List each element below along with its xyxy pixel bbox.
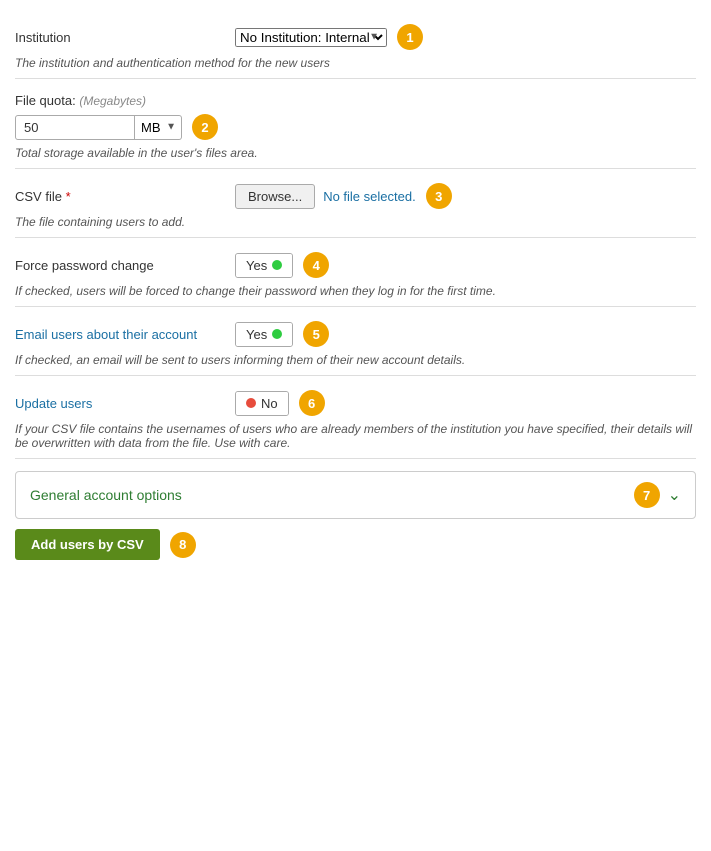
force-password-yes-label: Yes	[246, 258, 267, 273]
quota-unit-wrapper: MB GB	[135, 115, 182, 140]
force-password-yes[interactable]: Yes	[236, 254, 292, 277]
file-quota-label: File quota:	[15, 93, 76, 108]
update-users-dot	[246, 398, 256, 408]
force-password-label: Force password change	[15, 258, 154, 273]
csv-required-star: *	[66, 189, 71, 204]
general-options-panel[interactable]: General account options 7 ⌄	[15, 471, 696, 519]
csv-badge: 3	[426, 183, 452, 209]
force-password-dot	[272, 260, 282, 270]
email-users-yes-label: Yes	[246, 327, 267, 342]
institution-desc: The institution and authentication metho…	[15, 56, 696, 70]
csv-file-label: CSV file	[15, 189, 62, 204]
file-quota-badge: 2	[192, 114, 218, 140]
institution-label: Institution	[15, 30, 71, 45]
email-users-label: Email users about their account	[15, 327, 197, 342]
file-quota-input[interactable]	[15, 115, 135, 140]
email-users-desc: If checked, an email will be sent to use…	[15, 353, 696, 367]
csv-file-desc: The file containing users to add.	[15, 215, 696, 229]
update-users-desc: If your CSV file contains the usernames …	[15, 422, 696, 450]
csv-no-file-text: No file selected.	[323, 189, 416, 204]
force-password-row: Force password change Yes 4 If checked, …	[15, 238, 696, 307]
update-users-no[interactable]: No	[236, 392, 288, 415]
email-users-badge: 5	[303, 321, 329, 347]
email-users-toggle[interactable]: Yes	[235, 322, 293, 347]
institution-row: Institution No Institution: Internal Oth…	[15, 10, 696, 79]
update-users-label: Update users	[15, 396, 92, 411]
general-options-label: General account options	[30, 487, 182, 503]
email-users-row: Email users about their account Yes 5 If…	[15, 307, 696, 376]
quota-unit-select[interactable]: MB GB	[135, 115, 182, 140]
force-password-badge: 4	[303, 252, 329, 278]
csv-file-row: CSV file * Browse... No file selected. 3…	[15, 169, 696, 238]
update-users-no-label: No	[261, 396, 278, 411]
update-users-row: Update users No 6 If your CSV file conta…	[15, 376, 696, 459]
file-quota-desc: Total storage available in the user's fi…	[15, 146, 696, 160]
institution-badge: 1	[397, 24, 423, 50]
add-users-button[interactable]: Add users by CSV	[15, 529, 160, 560]
institution-select[interactable]: No Institution: Internal Other Instituti…	[235, 28, 387, 47]
file-quota-row: File quota: (Megabytes) MB GB 2 Total st…	[15, 79, 696, 169]
submit-badge: 8	[170, 532, 196, 558]
email-users-yes[interactable]: Yes	[236, 323, 292, 346]
force-password-toggle[interactable]: Yes	[235, 253, 293, 278]
csv-browse-button[interactable]: Browse...	[235, 184, 315, 209]
submit-row: Add users by CSV 8	[15, 529, 696, 560]
institution-select-wrapper: No Institution: Internal Other Instituti…	[235, 28, 387, 47]
update-users-badge: 6	[299, 390, 325, 416]
chevron-down-icon: ⌄	[668, 485, 681, 505]
update-users-toggle[interactable]: No	[235, 391, 289, 416]
file-quota-sub-label: (Megabytes)	[79, 94, 146, 108]
force-password-desc: If checked, users will be forced to chan…	[15, 284, 696, 298]
email-users-dot	[272, 329, 282, 339]
general-options-badge: 7	[634, 482, 660, 508]
